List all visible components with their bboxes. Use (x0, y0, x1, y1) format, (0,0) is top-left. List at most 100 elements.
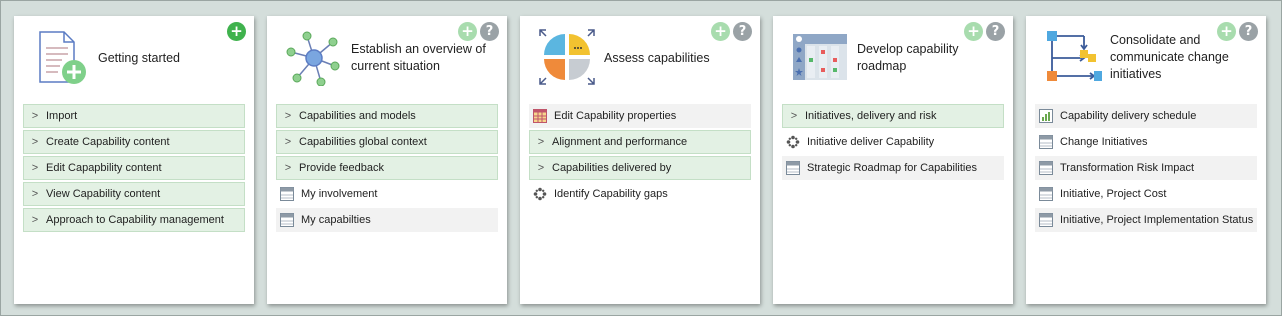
add-button[interactable]: + (227, 22, 246, 41)
item-label: Approach to Capability management (46, 214, 224, 226)
table-view-icon (280, 213, 294, 227)
item-label: Capabilities and models (299, 110, 416, 122)
list-item-change-initiatives[interactable]: Change Initiatives (1035, 130, 1257, 154)
card-item-list: Capability delivery schedule Change Init… (1035, 104, 1257, 234)
chevron-right-icon: > (31, 188, 39, 200)
help-button[interactable]: ? (986, 22, 1005, 41)
chevron-right-icon: > (284, 136, 292, 148)
card-item-list: > Capabilities and models > Capabilities g… (276, 104, 498, 234)
card-header: Establish an overview of current situati… (267, 16, 507, 104)
list-item-provide-feedback[interactable]: > Provide feedback (276, 156, 498, 180)
list-item-capabilities-and-models[interactable]: > Capabilities and models (276, 104, 498, 128)
item-label: Transformation Risk Impact (1060, 162, 1195, 174)
item-label: Initiatives, delivery and risk (805, 110, 937, 122)
card-assess-capabilities: Assess capabilities + ? Edit Capability … (520, 16, 760, 304)
list-item-create-capability-content[interactable]: > Create Capability content (23, 130, 245, 154)
item-label: Provide feedback (299, 162, 384, 174)
item-label: Edit Capapbility content (46, 162, 162, 174)
document-add-icon (39, 31, 86, 84)
card-actions: + ? (711, 22, 752, 41)
card-item-list: > Import > Create Capability content > Edit… (23, 104, 245, 234)
list-item-transformation-risk-impact[interactable]: Transformation Risk Impact (1035, 156, 1257, 180)
item-label: Initiative, Project Implementation Statu… (1060, 214, 1254, 226)
table-view-icon (1039, 135, 1053, 149)
dashboard-frame: Getting started + > Import > Create Capabi… (0, 0, 1282, 316)
card-item-list: > Initiatives, delivery and risk Initiati… (782, 104, 1004, 182)
cluster-icon (786, 135, 800, 149)
add-button[interactable]: + (458, 22, 477, 41)
list-item-capability-delivery-schedule[interactable]: Capability delivery schedule (1035, 104, 1257, 128)
card-title: Develop capability roadmap (857, 42, 959, 73)
flow-diagram-icon (1047, 31, 1102, 81)
card-title: Establish an overview of current situati… (351, 42, 486, 73)
add-button[interactable]: + (964, 22, 983, 41)
item-label: Identify Capability gaps (554, 188, 668, 200)
card-consolidate-initiatives: Consolidate and communicate change initi… (1026, 16, 1266, 304)
chevron-right-icon: > (284, 110, 292, 122)
item-label: Change Initiatives (1060, 136, 1148, 148)
chevron-right-icon: > (31, 162, 39, 174)
help-button[interactable]: ? (1239, 22, 1258, 41)
card-header: Develop capability roadmap + ? (773, 16, 1013, 104)
list-item-identify-capability-gaps[interactable]: Identify Capability gaps (529, 182, 751, 206)
card-header: Assess capabilities + ? (520, 16, 760, 104)
chevron-right-icon: > (31, 136, 39, 148)
list-item-import[interactable]: > Import (23, 104, 245, 128)
item-label: Initiative deliver Capability (807, 136, 935, 148)
list-item-alignment-performance[interactable]: > Alignment and performance (529, 130, 751, 154)
grid-table-icon (533, 109, 547, 123)
help-button[interactable]: ? (733, 22, 752, 41)
item-label: Capabilities delivered by (552, 162, 672, 174)
chevron-right-icon: > (31, 110, 39, 122)
list-item-my-capabilities[interactable]: My capabilties (276, 208, 498, 232)
list-item-initiative-deliver-capability[interactable]: Initiative deliver Capability (782, 130, 1004, 154)
list-item-capabilities-global-context[interactable]: > Capabilities global context (276, 130, 498, 154)
list-item-initiatives-delivery-risk[interactable]: > Initiatives, delivery and risk (782, 104, 1004, 128)
list-item-capabilities-delivered-by[interactable]: > Capabilities delivered by (529, 156, 751, 180)
add-button[interactable]: + (711, 22, 730, 41)
list-item-my-involvement[interactable]: My involvement (276, 182, 498, 206)
card-item-list: Edit Capability properties > Alignment an… (529, 104, 751, 208)
item-label: Alignment and performance (552, 136, 688, 148)
item-label: Edit Capability properties (554, 110, 677, 122)
help-button[interactable]: ? (480, 22, 499, 41)
table-view-icon (786, 161, 800, 175)
network-icon (286, 31, 340, 86)
card-develop-roadmap: Develop capability roadmap + ? > Initiati… (773, 16, 1013, 304)
add-button[interactable]: + (1217, 22, 1236, 41)
pie-assessment-icon (539, 29, 595, 85)
roadmap-board-icon (793, 34, 847, 80)
card-establish-overview: Establish an overview of current situati… (267, 16, 507, 304)
item-label: My involvement (301, 188, 378, 200)
list-item-strategic-roadmap[interactable]: Strategic Roadmap for Capabilities (782, 156, 1004, 180)
chevron-right-icon: > (284, 162, 292, 174)
item-label: My capabilties (301, 214, 371, 226)
table-view-icon (1039, 213, 1053, 227)
item-label: Import (46, 110, 78, 122)
card-title: Assess capabilities (604, 51, 710, 65)
card-actions: + ? (964, 22, 1005, 41)
card-actions: + ? (458, 22, 499, 41)
card-title: Getting started (98, 51, 180, 65)
chevron-right-icon: > (790, 110, 798, 122)
card-header: Consolidate and communicate change initi… (1026, 16, 1266, 104)
card-actions: + (227, 22, 246, 41)
list-item-initiative-implementation-status[interactable]: Initiative, Project Implementation Statu… (1035, 208, 1257, 232)
list-item-edit-capability-content[interactable]: > Edit Capapbility content (23, 156, 245, 180)
bar-chart-icon (1039, 109, 1053, 123)
chevron-right-icon: > (537, 162, 545, 174)
list-item-initiative-project-cost[interactable]: Initiative, Project Cost (1035, 182, 1257, 206)
card-getting-started: Getting started + > Import > Create Capabi… (14, 16, 254, 304)
table-view-icon (280, 187, 294, 201)
list-item-approach[interactable]: > Approach to Capability management (23, 208, 245, 232)
card-actions: + ? (1217, 22, 1258, 41)
table-view-icon (1039, 161, 1053, 175)
cluster-icon (533, 187, 547, 201)
item-label: View Capability content (46, 188, 161, 200)
list-item-view-capability-content[interactable]: > View Capability content (23, 182, 245, 206)
item-label: Capabilities global context (299, 136, 427, 148)
card-header: Getting started + (14, 16, 254, 104)
chevron-right-icon: > (537, 136, 545, 148)
list-item-edit-capability-properties[interactable]: Edit Capability properties (529, 104, 751, 128)
item-label: Capability delivery schedule (1060, 110, 1197, 122)
